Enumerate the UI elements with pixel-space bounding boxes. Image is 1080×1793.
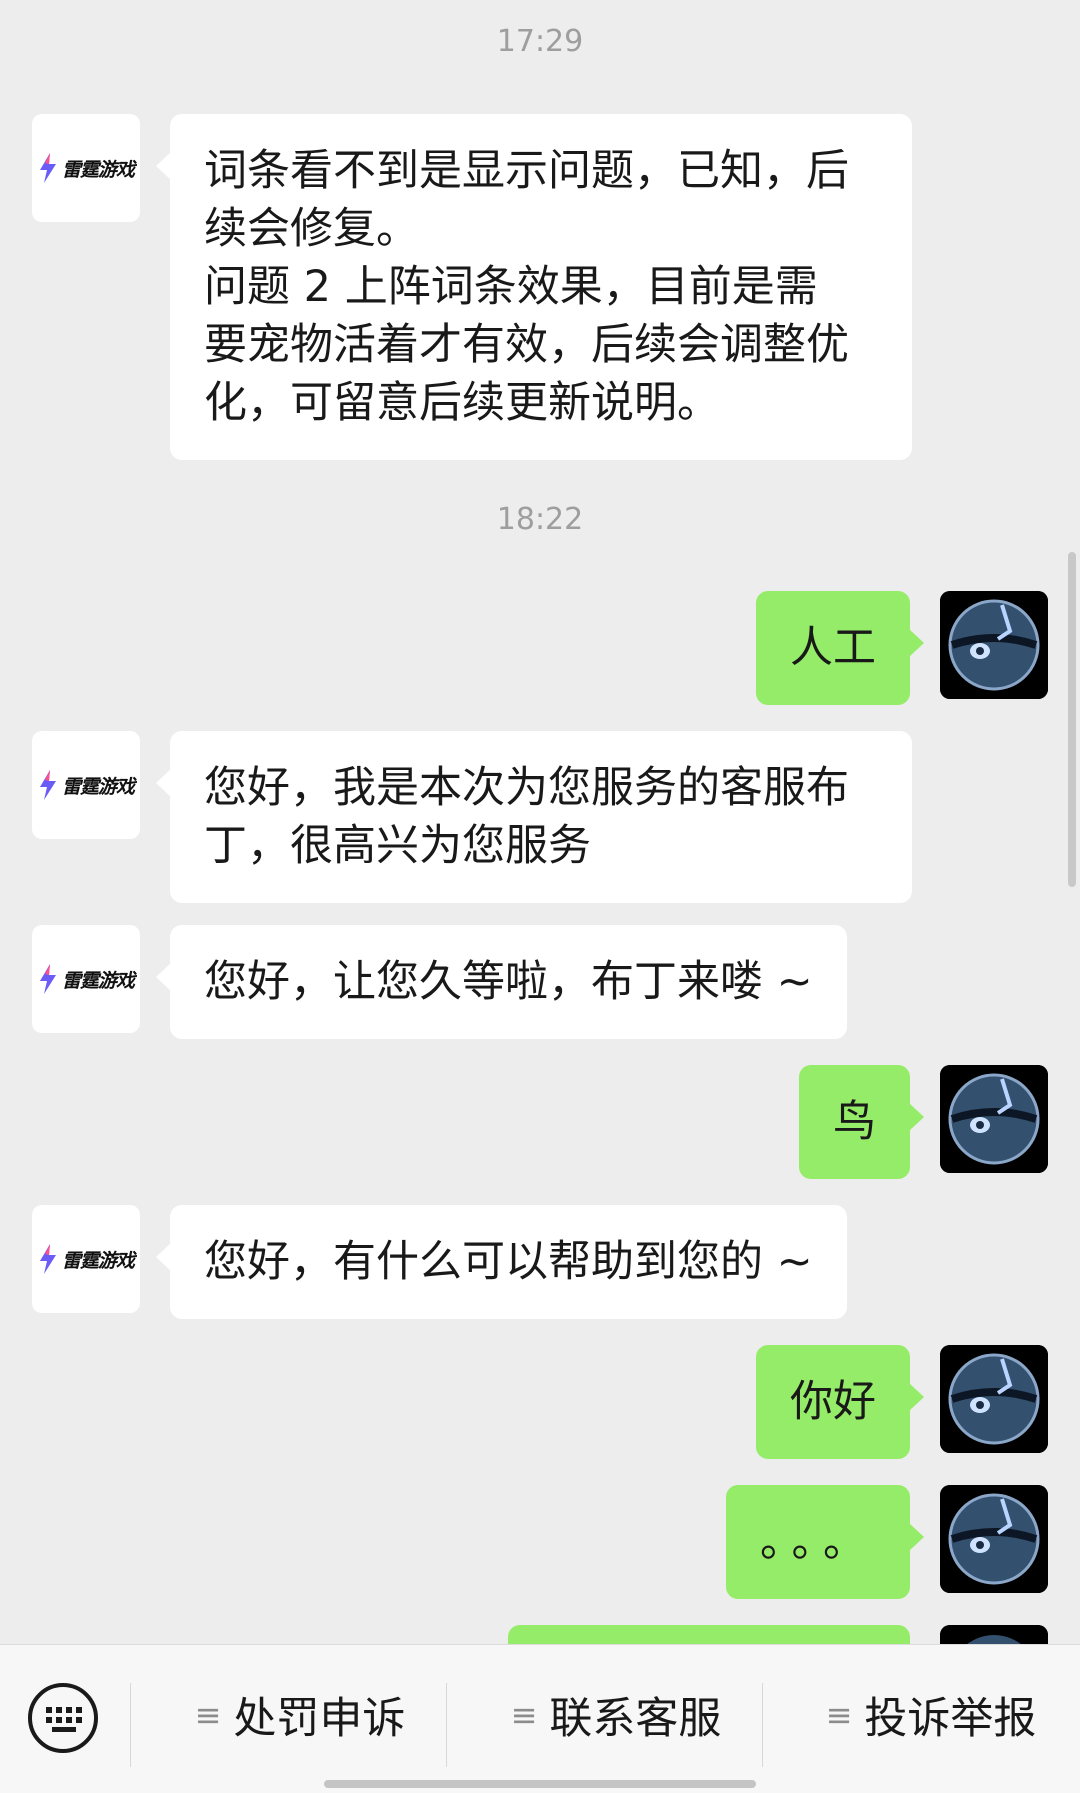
timestamp: 18:22 <box>496 502 584 537</box>
service-avatar[interactable]: 雷霆游戏 <box>32 925 140 1033</box>
logo-text: 雷霆游戏 <box>61 969 135 992</box>
menu-item-label: 处罚申诉 <box>233 1694 406 1744</box>
user-avatar[interactable] <box>940 1065 1048 1173</box>
user-avatar-image <box>940 1625 1048 1644</box>
message-bubble-outgoing[interactable]: 人工 <box>756 591 924 705</box>
menu-penalty-appeal[interactable]: ≡ 处罚申诉 <box>150 1675 450 1755</box>
user-avatar-image <box>940 1345 1048 1453</box>
lightning-icon <box>39 1244 56 1274</box>
message-bubble-incoming[interactable]: 词条看不到是显示问题，已知，后 续会修复。 问题 2 上阵词条效果，目前是需 要… <box>156 114 912 460</box>
user-avatar[interactable] <box>940 1485 1048 1593</box>
menu-list-icon: ≡ <box>510 1696 538 1734</box>
leiting-logo: 雷霆游戏 <box>32 925 140 1033</box>
user-avatar-image <box>940 591 1048 699</box>
message-bubble-outgoing[interactable]: 。。。 <box>726 1485 924 1599</box>
timestamp: 17:29 <box>496 24 584 59</box>
user-avatar-image <box>940 1485 1048 1593</box>
home-indicator[interactable] <box>324 1780 756 1788</box>
menu-report-complaint[interactable]: ≡ 投诉举报 <box>782 1675 1080 1755</box>
logo-text: 雷霆游戏 <box>61 158 135 181</box>
menu-separator <box>130 1683 131 1767</box>
service-avatar[interactable]: 雷霆游戏 <box>32 114 140 222</box>
leiting-logo: 雷霆游戏 <box>32 114 140 222</box>
leiting-logo: 雷霆游戏 <box>32 731 140 839</box>
lightning-icon <box>39 770 56 800</box>
user-avatar[interactable] <box>940 591 1048 699</box>
user-avatar[interactable] <box>940 1625 1048 1644</box>
menu-separator <box>762 1683 763 1767</box>
message-bubble-incoming[interactable]: 您好，有什么可以帮助到您的 ~ <box>156 1205 847 1319</box>
service-avatar[interactable]: 雷霆游戏 <box>32 731 140 839</box>
chat-area[interactable]: 17:29 雷霆游戏 词条看不到是显示问题，已知，后 续会修复。 问题 2 上阵… <box>0 0 1080 1644</box>
message-bubble-outgoing[interactable] <box>508 1625 910 1644</box>
message-bubble-incoming[interactable]: 您好，我是本次为您服务的客服布 丁，很高兴为您服务 <box>156 731 912 903</box>
user-avatar[interactable] <box>940 1345 1048 1453</box>
logo-text: 雷霆游戏 <box>61 775 135 798</box>
menu-item-label: 联系客服 <box>549 1694 722 1744</box>
service-avatar[interactable]: 雷霆游戏 <box>32 1205 140 1313</box>
scrollbar[interactable] <box>1068 552 1076 887</box>
logo-text: 雷霆游戏 <box>61 1249 135 1272</box>
message-bubble-outgoing[interactable]: 你好 <box>756 1345 924 1459</box>
leiting-logo: 雷霆游戏 <box>32 1205 140 1313</box>
lightning-icon <box>39 153 56 183</box>
keyboard-icon[interactable] <box>28 1683 98 1753</box>
menu-item-label: 投诉举报 <box>864 1694 1037 1744</box>
message-bubble-outgoing[interactable]: 鸟 <box>799 1065 924 1179</box>
menu-list-icon: ≡ <box>825 1696 853 1734</box>
keyboard-keys-icon <box>46 1707 82 1732</box>
lightning-icon <box>39 964 56 994</box>
user-avatar-image <box>940 1065 1048 1173</box>
bottom-menu-bar: ≡ 处罚申诉 ≡ 联系客服 ≡ 投诉举报 <box>0 1644 1080 1793</box>
menu-contact-service[interactable]: ≡ 联系客服 <box>466 1675 766 1755</box>
menu-list-icon: ≡ <box>194 1696 222 1734</box>
menu-separator <box>446 1683 447 1767</box>
message-bubble-incoming[interactable]: 您好，让您久等啦，布丁来喽 ~ <box>156 925 847 1039</box>
